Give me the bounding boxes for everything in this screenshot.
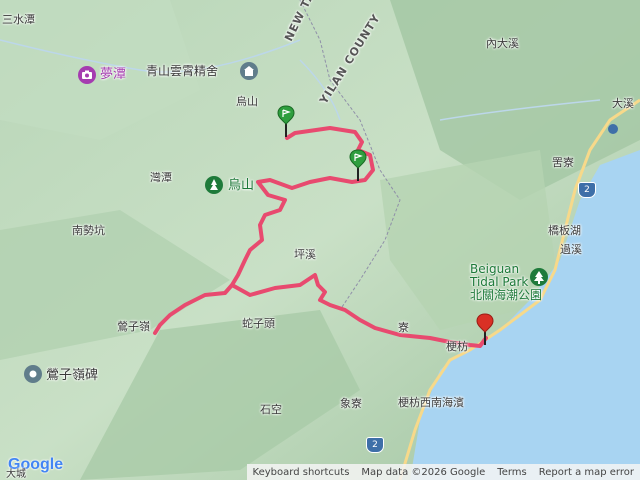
- label-guoxi: 過溪: [560, 243, 582, 256]
- green-flag-pin-start[interactable]: [277, 104, 295, 138]
- highway-shield-2: 2: [578, 182, 596, 198]
- map-footer: Keyboard shortcuts Map data ©2026 Google…: [246, 464, 640, 480]
- label-gengfang-beach: 梗枋西南海濱: [398, 396, 464, 409]
- label-beiguan-zh: 北關海潮公園: [470, 288, 543, 302]
- map-data-attribution: Map data ©2026 Google: [361, 466, 486, 478]
- report-map-error-link[interactable]: Report a map error: [533, 467, 640, 478]
- red-end-pin[interactable]: [476, 312, 494, 346]
- label-shezitou: 蛇子頭: [242, 317, 275, 330]
- label-yingzi-ridge: 鶯子嶺: [117, 320, 150, 333]
- label-wushan: 烏山: [236, 95, 258, 108]
- label-jubanhu: 橋板湖: [548, 224, 581, 237]
- label-neidaxi: 內大溪: [486, 37, 519, 50]
- label-dacheng: 大城: [6, 469, 26, 480]
- keyboard-shortcuts-link[interactable]: Keyboard shortcuts: [247, 467, 356, 478]
- highway-shield-2-south: 2: [366, 437, 384, 453]
- terrain-layer: [0, 0, 640, 480]
- label-gengfang: 梗枋: [446, 340, 468, 353]
- direction-marker-icon: [608, 124, 618, 134]
- label-wushan-trail[interactable]: 烏山: [228, 179, 254, 192]
- park-tree-icon[interactable]: [530, 268, 548, 286]
- label-xiangliao: 象寮: [340, 397, 362, 410]
- label-sanshuitan: 三水潭: [2, 13, 35, 26]
- label-shiliao: 寮: [398, 321, 409, 334]
- label-daxi: 大溪: [612, 97, 634, 110]
- label-mengtan[interactable]: 夢潭: [100, 68, 126, 81]
- camera-poi-icon[interactable]: [78, 66, 96, 84]
- label-wantan: 灣潭: [150, 171, 172, 184]
- terms-link[interactable]: Terms: [491, 467, 532, 478]
- label-nanshikeng: 南勢坑: [72, 224, 105, 237]
- hiking-trail-icon[interactable]: [205, 176, 223, 194]
- label-guiliao: 罟寮: [552, 156, 574, 169]
- temple-icon[interactable]: [240, 62, 258, 80]
- label-pingxi: 坪溪: [294, 248, 316, 261]
- map-canvas[interactable]: 三水潭 夢潭 青山雲霄精舍 NEW TAIPEI CITY YILAN COUN…: [0, 0, 640, 480]
- label-yingzi-ling-monument[interactable]: 鶯子嶺碑: [46, 369, 98, 382]
- green-flag-pin-waypoint[interactable]: [349, 148, 367, 182]
- place-pin-icon[interactable]: [24, 365, 42, 383]
- label-shikong: 石空: [260, 403, 282, 416]
- label-qingshan-lodge[interactable]: 青山雲霄精舍: [146, 65, 218, 77]
